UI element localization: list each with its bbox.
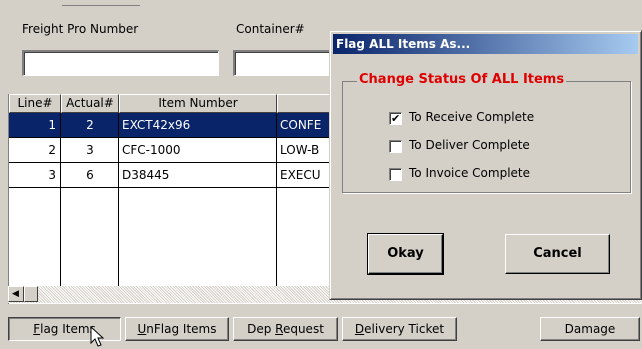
grid-line xyxy=(118,113,119,288)
grid-line xyxy=(60,113,61,288)
freight-pro-label: Freight Pro Number xyxy=(22,22,139,36)
cell-line: 2 xyxy=(48,143,56,157)
dep-request-post: equest xyxy=(282,322,324,336)
dep-request-pre: Dep xyxy=(247,322,276,336)
dep-request-button[interactable]: Dep Request xyxy=(233,317,338,341)
arrow-left-icon: ◀ xyxy=(12,289,19,299)
damage-button[interactable]: Damage xyxy=(540,317,640,341)
freight-pro-input[interactable] xyxy=(22,50,219,76)
group-title: Change Status Of ALL Items xyxy=(357,72,567,87)
unflag-items-accel: U xyxy=(137,322,147,336)
receive-complete-checkbox[interactable]: ✔ xyxy=(389,112,402,125)
container-label: Container# xyxy=(236,22,305,36)
status-group: Change Status Of ALL Items ✔ To Receive … xyxy=(342,72,631,193)
cancel-button[interactable]: Cancel xyxy=(505,234,610,274)
cell-line: 1 xyxy=(48,118,56,132)
dialog-title[interactable]: Flag ALL Items As... xyxy=(333,34,638,54)
container-input[interactable] xyxy=(233,50,330,76)
unflag-items-button[interactable]: UnFlag Items xyxy=(125,317,229,341)
arrow-cursor-icon xyxy=(90,326,105,347)
header-item-number[interactable]: Item Number xyxy=(119,94,277,113)
cell-item: EXCT42x96 xyxy=(122,118,191,132)
delivery-ticket-button[interactable]: Delivery Ticket xyxy=(342,317,457,341)
header-actual[interactable]: Actual# xyxy=(61,94,119,113)
deliver-complete-checkbox[interactable] xyxy=(389,140,402,153)
delivery-ticket-post: elivery Ticket xyxy=(364,322,445,336)
check-icon: ✔ xyxy=(391,112,401,125)
cell-actual: 3 xyxy=(86,143,94,157)
cell-actual: 6 xyxy=(86,168,94,182)
okay-button[interactable]: Okay xyxy=(367,233,444,275)
invoice-complete-label[interactable]: To Invoice Complete xyxy=(409,166,530,180)
receive-complete-label[interactable]: To Receive Complete xyxy=(409,110,534,124)
unflag-items-post: nFlag Items xyxy=(146,322,217,336)
grid-line xyxy=(276,113,277,288)
dep-request-accel: R xyxy=(275,322,283,336)
delivery-ticket-accel: D xyxy=(354,322,365,336)
cell-actual: 2 xyxy=(86,118,94,132)
flag-items-post: lag Items xyxy=(40,322,96,336)
scroll-left-button[interactable]: ◀ xyxy=(8,286,24,302)
header-line[interactable]: Line# xyxy=(9,94,61,113)
cell-line: 3 xyxy=(48,168,56,182)
invoice-complete-checkbox[interactable] xyxy=(389,168,402,181)
cell-item: CFC-1000 xyxy=(122,143,181,157)
deliver-complete-label[interactable]: To Deliver Complete xyxy=(409,138,530,152)
flag-all-items-dialog: Flag ALL Items As... Change Status Of AL… xyxy=(329,30,642,300)
scroll-thumb[interactable] xyxy=(24,286,38,302)
cell-item: D38445 xyxy=(122,168,170,182)
tab-edge xyxy=(62,0,140,6)
